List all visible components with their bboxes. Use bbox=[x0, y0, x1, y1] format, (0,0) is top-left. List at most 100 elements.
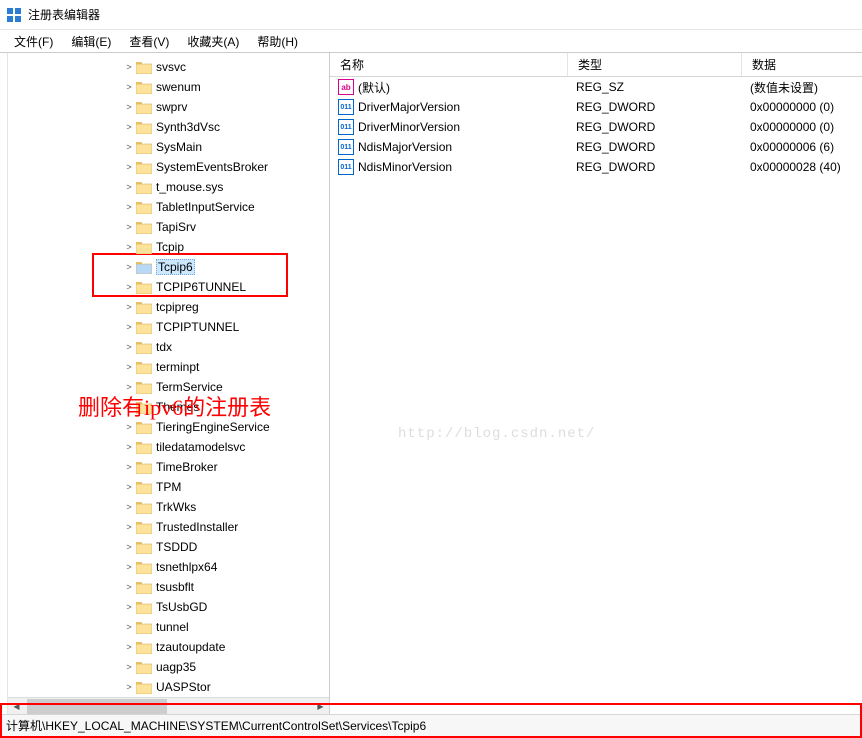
expand-icon[interactable]: > bbox=[124, 242, 134, 252]
expand-icon[interactable]: > bbox=[124, 462, 134, 472]
tree-item-tiledatamodelsvc[interactable]: > tiledatamodelsvc bbox=[12, 437, 338, 457]
tree-item-tdx[interactable]: > tdx bbox=[12, 337, 338, 357]
expand-icon[interactable]: > bbox=[124, 362, 134, 372]
tree-label: tiledatamodelsvc bbox=[156, 440, 245, 454]
tree-label: tdx bbox=[156, 340, 172, 354]
expand-icon[interactable]: > bbox=[124, 602, 134, 612]
expand-icon[interactable]: > bbox=[124, 102, 134, 112]
tree-item-tcpip6tunnel[interactable]: >TCPIP6TUNNEL bbox=[12, 277, 338, 297]
tree-item-tsusbflt[interactable]: > tsusbflt bbox=[12, 577, 338, 597]
tree-label: TrustedInstaller bbox=[156, 520, 238, 534]
expand-icon[interactable]: > bbox=[124, 502, 134, 512]
expand-icon[interactable]: > bbox=[124, 682, 134, 692]
statusbar: 计算机\HKEY_LOCAL_MACHINE\SYSTEM\CurrentCon… bbox=[0, 714, 862, 736]
tree-label: tcpipreg bbox=[156, 300, 199, 314]
folder-icon bbox=[136, 640, 152, 654]
tree-item-uaspstor[interactable]: > UASPStor bbox=[12, 677, 338, 697]
tree-item-tapisrv[interactable]: >TapiSrv bbox=[12, 217, 338, 237]
list-row[interactable]: 011DriverMinorVersionREG_DWORD0x00000000… bbox=[330, 117, 862, 137]
tree-item-trkwks[interactable]: >TrkWks bbox=[12, 497, 338, 517]
tree-label: tsusbflt bbox=[156, 580, 194, 594]
menu-view[interactable]: 查看(V) bbox=[125, 31, 173, 52]
expand-icon[interactable]: > bbox=[124, 262, 134, 272]
expand-icon[interactable]: > bbox=[124, 302, 134, 312]
tree-item-termservice[interactable]: >TermService bbox=[12, 377, 338, 397]
scroll-right-button[interactable]: ▶ bbox=[312, 699, 329, 714]
expand-icon[interactable]: > bbox=[124, 482, 134, 492]
tree-item-svsvc[interactable]: > svsvc bbox=[12, 57, 338, 77]
tree-label: SystemEventsBroker bbox=[156, 160, 268, 174]
tree-item-tsusbgd[interactable]: >TsUsbGD bbox=[12, 597, 338, 617]
tree-item-swenum[interactable]: >swenum bbox=[12, 77, 338, 97]
list-row[interactable]: 011NdisMinorVersionREG_DWORD0x00000028 (… bbox=[330, 157, 862, 177]
tree-item-tieringengineservice[interactable]: >TieringEngineService bbox=[12, 417, 338, 437]
tree-item-t-mouse-sys[interactable]: >t_mouse.sys bbox=[12, 177, 338, 197]
expand-icon[interactable]: > bbox=[124, 222, 134, 232]
expand-icon[interactable]: > bbox=[124, 322, 134, 332]
list-header-type[interactable]: 类型 bbox=[568, 53, 742, 76]
tree-item-tunnel[interactable]: >tunnel bbox=[12, 617, 338, 637]
list-header-name[interactable]: 名称 bbox=[330, 53, 568, 76]
list-header-data[interactable]: 数据 bbox=[742, 53, 862, 76]
expand-icon[interactable]: > bbox=[124, 582, 134, 592]
tree-horizontal-scrollbar[interactable]: ◀ ▶ bbox=[8, 697, 329, 714]
expand-icon[interactable]: > bbox=[124, 202, 134, 212]
tree-item-tcpip[interactable]: >Tcpip bbox=[12, 237, 338, 257]
expand-icon[interactable]: > bbox=[124, 442, 134, 452]
tree-item-timebroker[interactable]: >TimeBroker bbox=[12, 457, 338, 477]
expand-icon[interactable]: > bbox=[124, 162, 134, 172]
menu-help[interactable]: 帮助(H) bbox=[253, 31, 302, 52]
tree-item-tzautoupdate[interactable]: >tzautoupdate bbox=[12, 637, 338, 657]
scroll-thumb[interactable] bbox=[27, 699, 167, 714]
tree-item-tsddd[interactable]: >TSDDD bbox=[12, 537, 338, 557]
expand-icon[interactable]: > bbox=[124, 142, 134, 152]
list-row[interactable]: 011DriverMajorVersionREG_DWORD0x00000000… bbox=[330, 97, 862, 117]
expand-icon[interactable]: > bbox=[124, 62, 134, 72]
tree-label: TabletInputService bbox=[156, 200, 255, 214]
expand-icon[interactable]: > bbox=[124, 662, 134, 672]
tree-item-tpm[interactable]: >TPM bbox=[12, 477, 338, 497]
tree-item-trustedinstaller[interactable]: > TrustedInstaller bbox=[12, 517, 338, 537]
tree-item-synth3dvsc[interactable]: >Synth3dVsc bbox=[12, 117, 338, 137]
tree-item-swprv[interactable]: >swprv bbox=[12, 97, 338, 117]
expand-icon[interactable]: > bbox=[124, 182, 134, 192]
tree-item-uagp35[interactable]: >uagp35 bbox=[12, 657, 338, 677]
list-row[interactable]: 011NdisMajorVersionREG_DWORD0x00000006 (… bbox=[330, 137, 862, 157]
list-cell-type: REG_DWORD bbox=[568, 100, 742, 114]
tree-item-themes[interactable]: >Themes bbox=[12, 397, 338, 417]
list-body[interactable]: ab(默认)REG_SZ(数值未设置)011DriverMajorVersion… bbox=[330, 77, 862, 714]
menu-favorites[interactable]: 收藏夹(A) bbox=[183, 31, 243, 52]
expand-icon[interactable]: > bbox=[124, 522, 134, 532]
tree-item-tcpipreg[interactable]: > tcpipreg bbox=[12, 297, 338, 317]
expand-icon[interactable]: > bbox=[124, 402, 134, 412]
expand-icon[interactable]: > bbox=[124, 122, 134, 132]
list-cell-name: 011DriverMinorVersion bbox=[330, 119, 568, 135]
tree-item-tcpiptunnel[interactable]: >TCPIPTUNNEL bbox=[12, 317, 338, 337]
scroll-left-button[interactable]: ◀ bbox=[8, 699, 25, 714]
folder-icon bbox=[136, 200, 152, 214]
menu-file[interactable]: 文件(F) bbox=[10, 31, 57, 52]
tree-item-tcpip6[interactable]: >Tcpip6 bbox=[12, 257, 338, 277]
tree-panel[interactable]: >svsvc>swenum>swprv>Synth3dVsc>SysMain>S… bbox=[8, 53, 338, 697]
tree-label: svsvc bbox=[156, 60, 186, 74]
menu-edit[interactable]: 编辑(E) bbox=[67, 31, 115, 52]
expand-icon[interactable]: > bbox=[124, 342, 134, 352]
tree-item-tabletinputservice[interactable]: > TabletInputService bbox=[12, 197, 338, 217]
tree-item-tsnethlpx64[interactable]: >tsnethlpx64 bbox=[12, 557, 338, 577]
expand-icon[interactable]: > bbox=[124, 282, 134, 292]
tree-item-terminpt[interactable]: > terminpt bbox=[12, 357, 338, 377]
expand-icon[interactable]: > bbox=[124, 642, 134, 652]
status-path: 计算机\HKEY_LOCAL_MACHINE\SYSTEM\CurrentCon… bbox=[6, 717, 426, 734]
tree-item-sysmain[interactable]: >SysMain bbox=[12, 137, 338, 157]
tree-label: terminpt bbox=[156, 360, 199, 374]
tree-label: UASPStor bbox=[156, 680, 211, 694]
expand-icon[interactable]: > bbox=[124, 82, 134, 92]
tree-item-systemeventsbroker[interactable]: > SystemEventsBroker bbox=[12, 157, 338, 177]
expand-icon[interactable]: > bbox=[124, 382, 134, 392]
list-row[interactable]: ab(默认)REG_SZ(数值未设置) bbox=[330, 77, 862, 97]
list-cell-data: 0x00000028 (40) bbox=[742, 160, 862, 174]
expand-icon[interactable]: > bbox=[124, 622, 134, 632]
expand-icon[interactable]: > bbox=[124, 562, 134, 572]
expand-icon[interactable]: > bbox=[124, 542, 134, 552]
expand-icon[interactable]: > bbox=[124, 422, 134, 432]
